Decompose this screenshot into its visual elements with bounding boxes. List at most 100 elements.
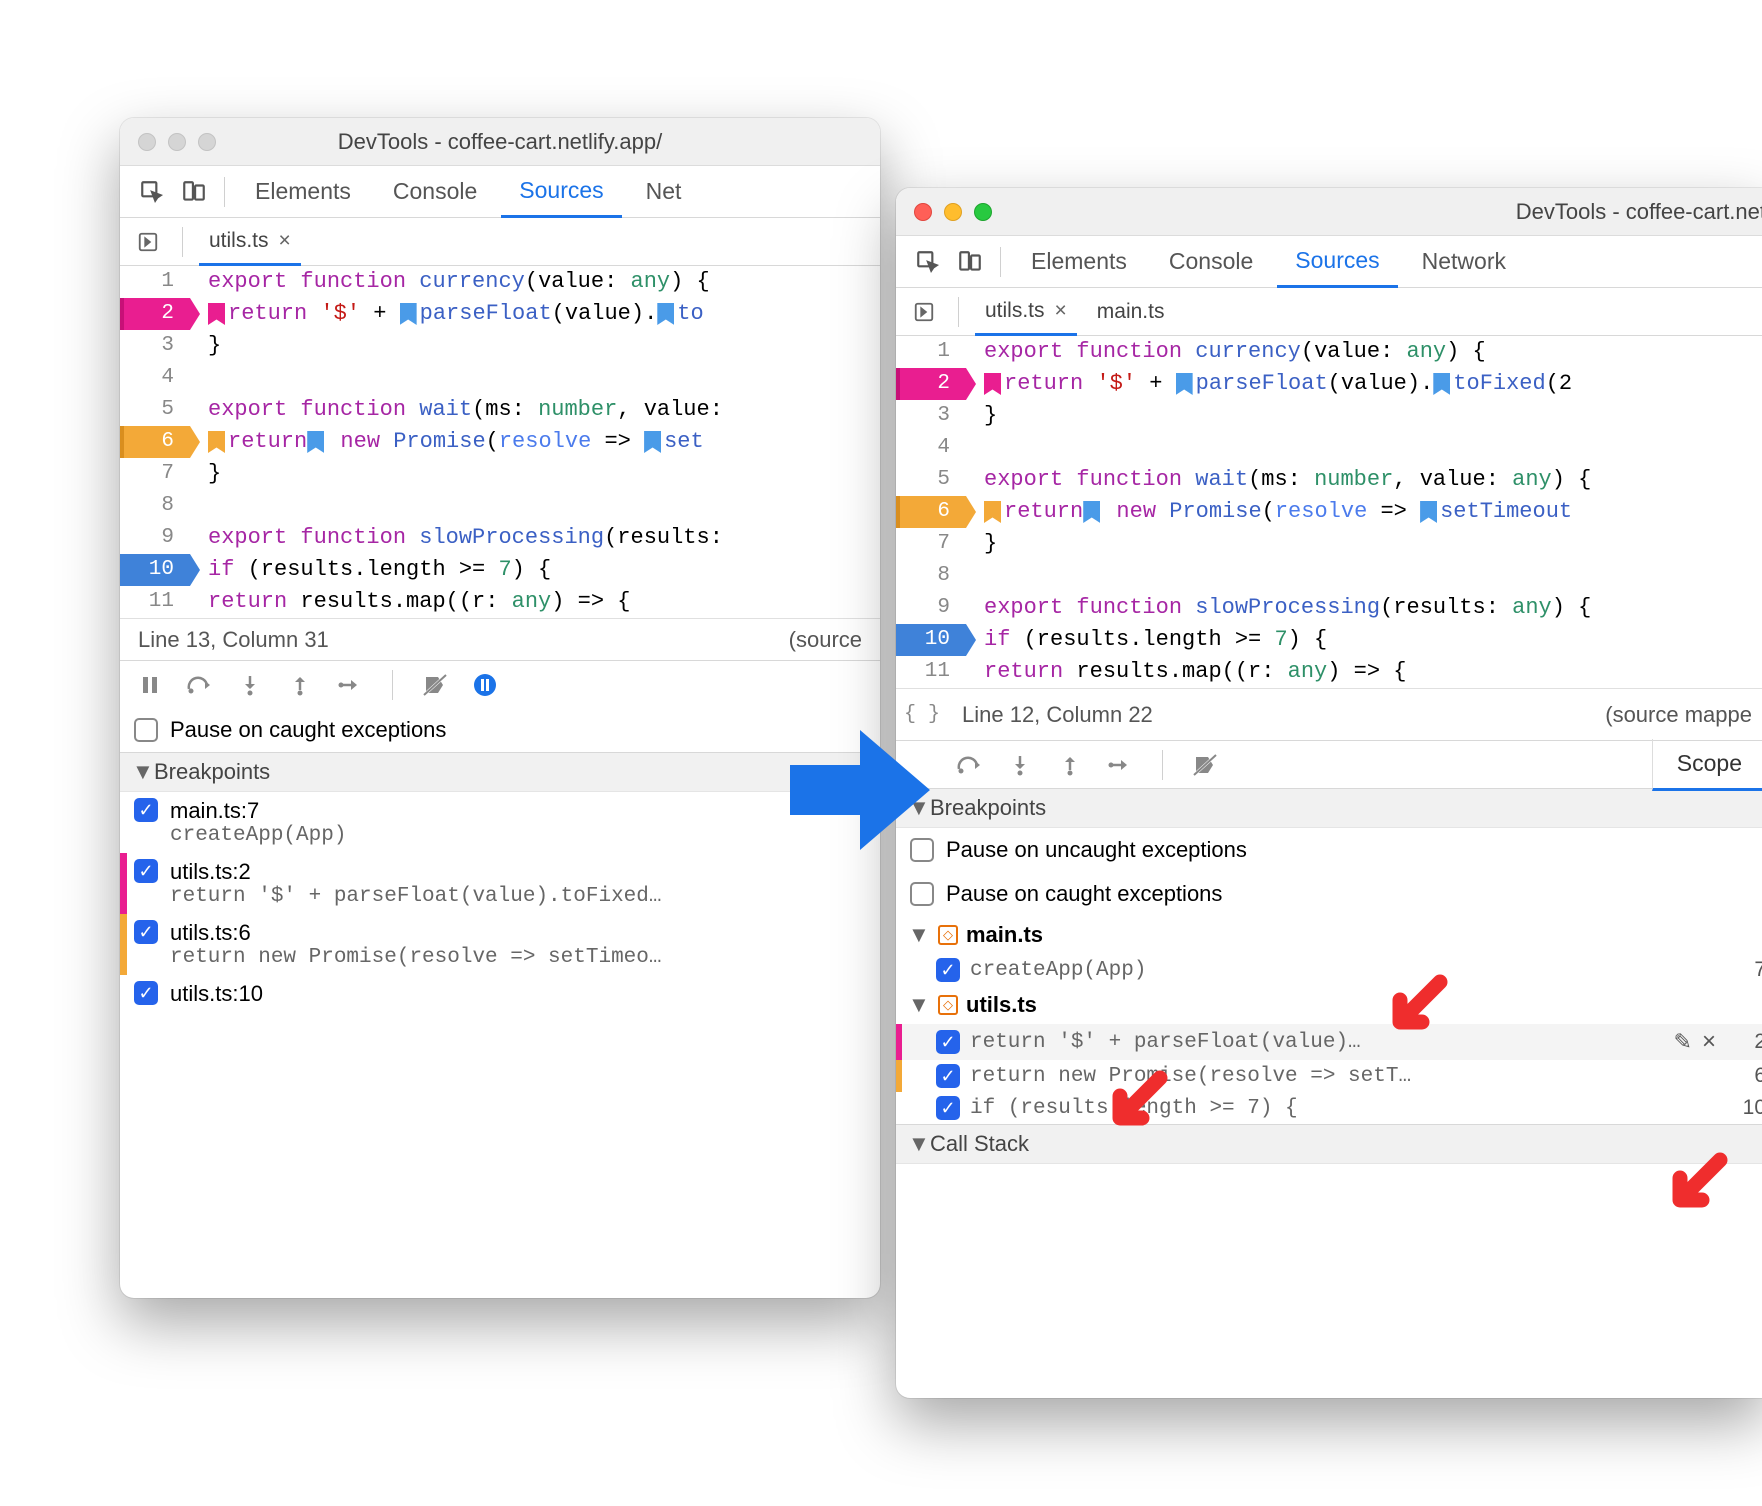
tab-sources[interactable]: Sources <box>501 167 621 218</box>
window-title: DevTools - coffee-cart.net <box>1516 199 1762 225</box>
pause-uncaught-row[interactable]: Pause on uncaught exceptions <box>896 828 1762 872</box>
step-out-icon[interactable] <box>1056 751 1084 779</box>
minimize-dot[interactable] <box>168 133 186 151</box>
triangle-down-icon: ▼ <box>908 992 922 1018</box>
step-icon[interactable] <box>1106 751 1134 779</box>
divider <box>1000 247 1001 277</box>
tab-elements[interactable]: Elements <box>1013 236 1145 287</box>
main-toolbar: Elements Console Sources Net <box>120 166 880 218</box>
breakpoint-item[interactable]: ✓ main.ts:7 createApp(App) <box>120 792 880 853</box>
debugger-controls <box>120 660 880 708</box>
pause-uncaught-label: Pause on uncaught exceptions <box>946 837 1247 863</box>
minimize-dot[interactable] <box>944 203 962 221</box>
breakpoint-item[interactable]: ✓ return '$' + parseFloat(value)… ✎ × 2 <box>896 1024 1762 1060</box>
close-dot[interactable] <box>914 203 932 221</box>
checkbox-icon[interactable]: ✓ <box>936 1096 960 1120</box>
checkbox-icon[interactable]: ✓ <box>936 1064 960 1088</box>
navigator-icon[interactable] <box>130 224 166 260</box>
zoom-dot[interactable] <box>974 203 992 221</box>
bp-group-utils[interactable]: ▼ ◇ utils.ts <box>896 986 1762 1024</box>
divider <box>1162 750 1163 780</box>
step-into-icon[interactable] <box>236 671 264 699</box>
step-over-icon[interactable] <box>956 751 984 779</box>
triangle-down-icon: ▼ <box>908 922 922 948</box>
code-editor[interactable]: 1export function currency(value: any) { … <box>896 336 1762 688</box>
triangle-down-icon: ▼ <box>132 759 146 785</box>
breakpoints-header[interactable]: ▼ Breakpoints <box>120 752 880 792</box>
deactivate-bp-icon[interactable] <box>421 671 449 699</box>
inspect-icon[interactable] <box>134 174 170 210</box>
checkbox-icon[interactable] <box>134 718 158 742</box>
device-icon[interactable] <box>176 174 212 210</box>
tab-console[interactable]: Console <box>375 166 495 217</box>
step-into-icon[interactable] <box>1006 751 1034 779</box>
red-arrow-icon <box>1380 972 1450 1042</box>
breakpoint-item[interactable]: ✓ createApp(App) 7 <box>896 954 1762 986</box>
pause-caught-label: Pause on caught exceptions <box>170 717 446 743</box>
breakpoint-item[interactable]: ✓ utils.ts:2 return '$' + parseFloat(val… <box>120 853 880 914</box>
close-dot[interactable] <box>138 133 156 151</box>
breakpoint-item[interactable]: ✓ return new Promise(resolve => setT… 6 <box>896 1060 1762 1092</box>
bp-code: createApp(App) <box>170 824 866 847</box>
breakpoint-item[interactable]: ✓ utils.ts:6 return new Promise(resolve … <box>120 914 880 975</box>
debugger-controls: Scope <box>896 740 1762 788</box>
navigator-icon[interactable] <box>906 294 942 330</box>
pause-caught-row[interactable]: Pause on caught exceptions <box>120 708 880 752</box>
bp-title: utils.ts:2 <box>170 859 866 885</box>
step-over-icon[interactable] <box>186 671 214 699</box>
file-icon: ◇ <box>938 995 958 1015</box>
line-number: 6 <box>1726 1064 1762 1088</box>
breakpoints-header[interactable]: ▼ Breakpoints <box>896 788 1762 828</box>
divider <box>958 297 959 327</box>
tab-network[interactable]: Network <box>1404 236 1524 287</box>
bp-code: createApp(App) <box>970 959 1716 982</box>
window-title: DevTools - coffee-cart.netlify.app/ <box>338 129 662 155</box>
file-tab-label: utils.ts <box>209 229 269 253</box>
device-icon[interactable] <box>952 244 988 280</box>
code-editor[interactable]: 1export function currency(value: any) { … <box>120 266 880 618</box>
divider <box>224 177 225 207</box>
source-mapped: (source <box>789 627 862 653</box>
tab-sources[interactable]: Sources <box>1277 237 1397 288</box>
edit-icon[interactable]: ✎ <box>1674 1029 1692 1055</box>
pause-caught-row[interactable]: Pause on caught exceptions <box>896 872 1762 916</box>
file-tab-main[interactable]: main.ts <box>1087 288 1175 335</box>
source-mapped: (source mappe <box>1605 702 1752 728</box>
inspect-icon[interactable] <box>910 244 946 280</box>
zoom-dot[interactable] <box>198 133 216 151</box>
line-number: 7 <box>1726 958 1762 982</box>
pause-exceptions-icon[interactable] <box>471 671 499 699</box>
close-icon[interactable]: × <box>279 229 291 253</box>
bp-title: utils.ts:10 <box>170 981 866 1007</box>
step-out-icon[interactable] <box>286 671 314 699</box>
checkbox-icon[interactable]: ✓ <box>936 958 960 982</box>
file-tab-utils[interactable]: utils.ts × <box>975 289 1077 336</box>
tab-scope[interactable]: Scope <box>1652 739 1762 791</box>
close-icon[interactable]: × <box>1055 299 1067 323</box>
checkbox-icon[interactable]: ✓ <box>134 920 158 944</box>
file-name: main.ts <box>966 922 1043 948</box>
tab-console[interactable]: Console <box>1151 236 1271 287</box>
checkbox-icon[interactable]: ✓ <box>134 798 158 822</box>
triangle-down-icon: ▼ <box>908 1131 922 1157</box>
pause-icon[interactable] <box>136 671 164 699</box>
callstack-header[interactable]: ▼ Call Stack <box>896 1124 1762 1164</box>
tab-elements[interactable]: Elements <box>237 166 369 217</box>
remove-icon[interactable]: × <box>1702 1028 1716 1056</box>
file-tab-utils[interactable]: utils.ts × <box>199 219 301 266</box>
file-tab-label: main.ts <box>1097 300 1165 324</box>
checkbox-icon[interactable]: ✓ <box>936 1030 960 1054</box>
checkbox-icon[interactable]: ✓ <box>134 859 158 883</box>
titlebar: DevTools - coffee-cart.net <box>896 188 1762 236</box>
checkbox-icon[interactable]: ✓ <box>134 981 158 1005</box>
deactivate-bp-icon[interactable] <box>1191 751 1219 779</box>
bp-code: if (results.length >= 7) { <box>970 1097 1716 1120</box>
pause-caught-label: Pause on caught exceptions <box>946 881 1222 907</box>
checkbox-icon[interactable] <box>910 882 934 906</box>
breakpoint-item[interactable]: ✓ if (results.length >= 7) { 10 <box>896 1092 1762 1124</box>
step-icon[interactable] <box>336 671 364 699</box>
tab-network[interactable]: Net <box>628 166 700 217</box>
breakpoint-item[interactable]: ✓ utils.ts:10 <box>120 975 880 1013</box>
status-bar: Line 13, Column 31 (source <box>120 618 880 660</box>
bp-group-main[interactable]: ▼ ◇ main.ts <box>896 916 1762 954</box>
